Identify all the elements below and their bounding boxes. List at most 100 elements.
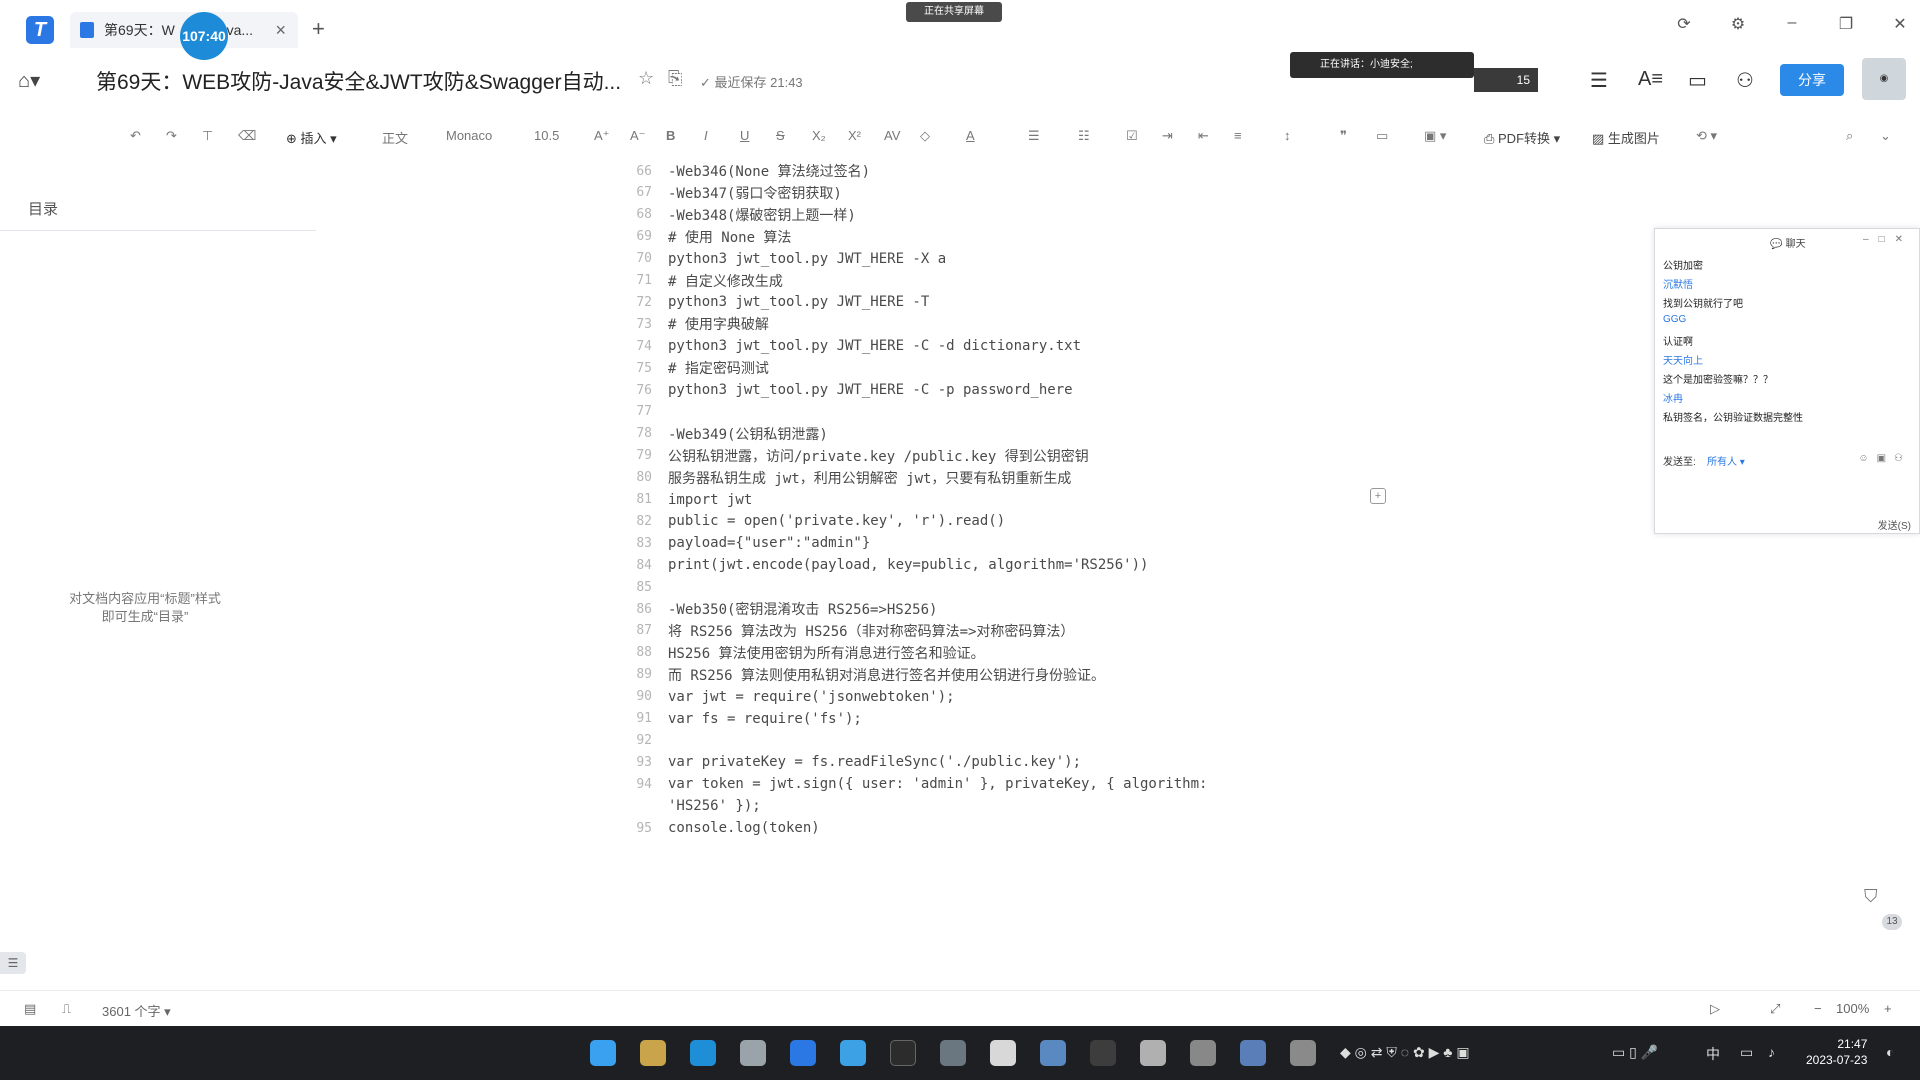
search-icon[interactable]: ⌕ [1846, 128, 1853, 144]
network-app-icon[interactable] [940, 1040, 966, 1066]
page-view-icon[interactable]: ⎍ [62, 1001, 71, 1017]
home-icon[interactable]: ⌂▾ [18, 68, 40, 93]
style-select[interactable]: 正文 [382, 128, 408, 147]
code-line[interactable]: 87 将 RS256 算法改为 HS256（非对称密码算法=>对称密码算法） [620, 620, 1340, 642]
collaborators-icon[interactable]: ⚇ [1736, 68, 1754, 93]
code-line[interactable]: 95 console.log(token) [620, 817, 1340, 839]
code-line[interactable]: 82 public = open('private.key', 'r').read… [620, 510, 1340, 532]
wps-doc-icon[interactable] [790, 1040, 816, 1066]
superscript-icon[interactable]: X² [848, 128, 861, 143]
code-line[interactable]: 76 python3 jwt_tool.py JWT_HERE -C -p pas… [620, 379, 1340, 401]
code-line[interactable]: 93 var privateKey = fs.readFileSync('./pu… [620, 751, 1340, 773]
notification-count[interactable]: 13 [1882, 914, 1902, 930]
numbered-list-icon[interactable]: ☷ [1078, 128, 1090, 144]
line-spacing-icon[interactable]: ↕ [1284, 128, 1291, 143]
subscript-icon[interactable]: X₂ [812, 128, 826, 143]
terminal-icon[interactable] [890, 1040, 916, 1066]
editor-app-icon[interactable] [1140, 1040, 1166, 1066]
redo-icon[interactable]: ↷ [166, 128, 177, 144]
font-size-icon[interactable]: A≡ [1638, 68, 1663, 91]
code-line[interactable]: 92 [620, 729, 1340, 751]
photos-icon[interactable] [840, 1040, 866, 1066]
new-tab-icon[interactable]: + [312, 16, 325, 42]
fullscreen-icon[interactable]: ⤢ [1770, 1001, 1780, 1017]
avatar[interactable]: ◉ [1862, 58, 1906, 100]
code-line[interactable]: 88 HS256 算法使用密钥为所有消息进行签名和验证。 [620, 642, 1340, 664]
share-button[interactable]: 分享 [1780, 64, 1844, 96]
save-icon[interactable]: ▣ ▾ [1424, 128, 1446, 144]
code-line[interactable]: 66 -Web346(None 算法绕过签名) [620, 160, 1340, 182]
notification-icon[interactable]: ◐ [1886, 1044, 1894, 1060]
code-line[interactable]: 72 python3 jwt_tool.py JWT_HERE -T [620, 291, 1340, 313]
font-select[interactable]: Monaco [446, 128, 492, 143]
restore-icon[interactable]: ❐ [1836, 14, 1856, 34]
quote-icon[interactable]: ❞ [1340, 128, 1347, 144]
italic-icon[interactable]: I [704, 128, 708, 143]
undo-icon[interactable]: ↶ [130, 128, 141, 144]
add-comment-icon[interactable]: + [1370, 488, 1386, 504]
indent-icon[interactable]: ⇥ [1162, 128, 1173, 144]
code-line[interactable]: 'HS256' }); [620, 795, 1340, 817]
code-line[interactable]: 78 -Web349(公钥私钥泄露) [620, 423, 1340, 445]
edge-icon[interactable] [690, 1040, 716, 1066]
decrease-font-icon[interactable]: A⁻ [630, 128, 646, 144]
bullet-list-icon[interactable]: ☰ [1028, 128, 1040, 144]
increase-font-icon[interactable]: A⁺ [594, 128, 610, 144]
strikethrough-icon[interactable]: S [776, 128, 785, 143]
menu-icon[interactable]: ☰ [1590, 68, 1608, 93]
zoom-level[interactable]: 100% [1836, 1001, 1869, 1016]
code-line[interactable]: 73 # 使用字典破解 [620, 313, 1340, 335]
bold-icon[interactable]: B [666, 128, 675, 143]
code-line[interactable]: 74 python3 jwt_tool.py JWT_HERE -C -d dic… [620, 335, 1340, 357]
code-line[interactable]: 69 # 使用 None 算法 [620, 226, 1340, 248]
outdent-icon[interactable]: ⇤ [1198, 128, 1209, 144]
move-icon[interactable]: ⎘ [668, 68, 682, 89]
document-editor[interactable]: 66 -Web346(None 算法绕过签名) 67 -Web347(弱口令密钥获取)… [620, 160, 1340, 990]
chat-tools[interactable]: ☺▣⚇ [1858, 453, 1911, 464]
system-clock[interactable]: 21:47 2023-07-23 [1806, 1036, 1867, 1068]
input-method[interactable]: 中 [1706, 1044, 1720, 1064]
code-line[interactable]: 71 # 自定义修改生成 [620, 270, 1340, 292]
outline-icon[interactable]: ▤ [24, 1001, 36, 1017]
code-line[interactable]: 85 [620, 576, 1340, 598]
present-icon[interactable]: ▭ [1688, 68, 1707, 93]
char-spacing-icon[interactable]: AV [884, 128, 900, 143]
chrome-icon[interactable] [740, 1040, 766, 1066]
code-line[interactable]: 68 -Web348(爆破密钥上题一样) [620, 204, 1340, 226]
sync-icon[interactable]: ⟳ [1674, 14, 1694, 34]
network-icon[interactable]: ▭ [1740, 1044, 1753, 1061]
code-line[interactable]: 91 var fs = require('fs'); [620, 708, 1340, 730]
close-tab-icon[interactable]: × [275, 20, 286, 41]
more-tools-icon[interactable]: ⟲ ▾ [1696, 128, 1717, 144]
chat-window[interactable]: 💬 聊天 –□✕ 发送至: 所有人 ▾ ☺▣⚇ 发送(S) 公钥加密 沉默悟 找到公… [1654, 228, 1920, 534]
star-icon[interactable]: ☆ [638, 68, 654, 89]
code-line[interactable]: 80 服务器私钥生成 jwt，利用公钥解密 jwt，只要有私钥重新生成 [620, 467, 1340, 489]
generate-image-button[interactable]: ▨ 生成图片 [1592, 128, 1660, 147]
screen-share-indicator[interactable]: 正在共享屏幕 [906, 2, 1002, 22]
ws-app-icon[interactable] [1240, 1040, 1266, 1066]
insert-button[interactable]: ⊕ 插入 ▾ [286, 128, 337, 147]
font-size-select[interactable]: 10.5 [534, 128, 559, 143]
code-line[interactable]: 94 var token = jwt.sign({ user: 'admin' }… [620, 773, 1340, 795]
java-icon[interactable] [990, 1040, 1016, 1066]
code-line[interactable]: 90 var jwt = require('jsonwebtoken'); [620, 686, 1340, 708]
play-icon[interactable]: ▷ [1710, 1001, 1720, 1017]
app-logo-icon[interactable]: T [26, 16, 54, 44]
settings-icon[interactable]: ⚙ [1728, 14, 1748, 34]
code-line[interactable]: 77 [620, 401, 1340, 423]
eraser-icon[interactable]: ⌫ [238, 128, 256, 144]
code-line[interactable]: 83 payload={"user":"admin"} [620, 532, 1340, 554]
browser-app-icon[interactable] [1040, 1040, 1066, 1066]
chevron-down-icon[interactable]: ⌄ [1880, 128, 1891, 144]
send-button[interactable]: 发送(S) [1878, 517, 1911, 532]
notepad-icon[interactable] [1290, 1040, 1316, 1066]
align-icon[interactable]: ≡ [1234, 128, 1242, 143]
volume-icon[interactable]: ♪ [1768, 1044, 1775, 1060]
chat-window-controls[interactable]: –□✕ [1863, 234, 1913, 245]
format-painter-icon[interactable]: ⊤ [202, 128, 213, 144]
code-line[interactable]: 70 python3 jwt_tool.py JWT_HERE -X a [620, 248, 1340, 270]
shirt-icon[interactable]: ⛉ [1864, 886, 1878, 907]
document-title[interactable]: 第69天：WEB攻防-Java安全&JWT攻防&Swagger自动... [96, 66, 621, 96]
zoom-in-icon[interactable]: + [1884, 1001, 1892, 1016]
divider-icon[interactable]: ▭ [1376, 128, 1388, 144]
